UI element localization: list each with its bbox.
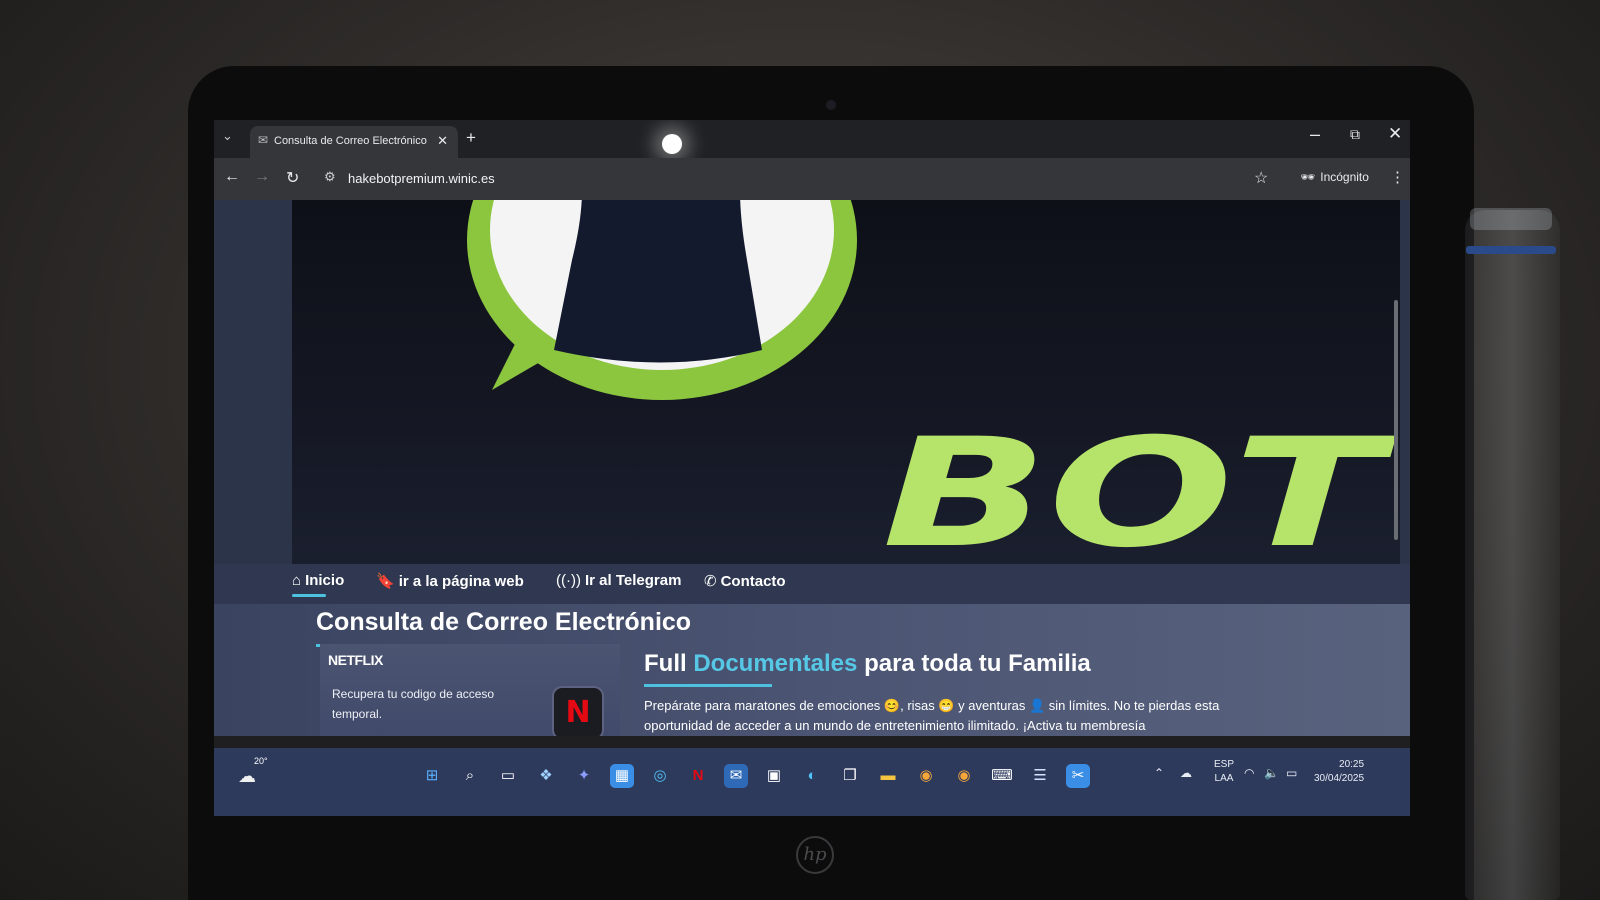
- page-scrollbar[interactable]: [1394, 300, 1398, 540]
- search-icon[interactable]: ⌕: [458, 764, 482, 788]
- chrome-profile-icon[interactable]: ◉: [914, 764, 938, 788]
- nav-telegram-label: Ir al Telegram: [584, 572, 682, 589]
- netflix-card[interactable]: NETFLIX Recupera tu codigo de acceso tem…: [320, 644, 620, 736]
- task-view-icon[interactable]: ▭: [496, 764, 520, 788]
- reload-icon[interactable]: ↻: [286, 168, 299, 188]
- hakebot-logo: BOT: [467, 200, 1398, 580]
- nav-inicio[interactable]: ⌂ Inicio: [292, 572, 344, 589]
- onedrive-icon[interactable]: ☁: [1180, 766, 1192, 780]
- incognito-icon: 🕶: [1300, 170, 1316, 184]
- store-icon[interactable]: ▣: [762, 764, 786, 788]
- promo-title-accent: Documentales: [693, 650, 858, 677]
- language-indicator[interactable]: ESP LAA: [1214, 758, 1234, 786]
- copilot-icon[interactable]: ❖: [534, 764, 558, 788]
- language-code: ESP: [1214, 759, 1235, 770]
- promo-underline: [644, 684, 772, 687]
- file-explorer-icon[interactable]: ▬: [876, 764, 900, 788]
- chrome-active-icon[interactable]: ◉: [952, 764, 976, 788]
- address-bar[interactable]: ⚙ hakebotpremium.winic.es: [318, 163, 1318, 193]
- bookmark-icon: 🔖: [376, 573, 395, 590]
- mail-app-icon[interactable]: ✉: [724, 764, 748, 788]
- new-tab-button[interactable]: +: [466, 128, 476, 148]
- promo-title: Full Documentales para toda tu Familia: [644, 650, 1091, 678]
- start-menu-icon[interactable]: ⊞: [420, 764, 444, 788]
- wifi-icon[interactable]: ◠: [1244, 766, 1254, 780]
- edge-icon[interactable]: ◐: [800, 764, 824, 788]
- logo-silhouette: [554, 200, 762, 363]
- teams-icon[interactable]: ✦: [572, 764, 596, 788]
- web-page: BOT ⌂ Inicio 🔖 ir a la página web ((·)) Ir …: [214, 200, 1410, 736]
- bookmark-star-icon[interactable]: ☆: [1254, 168, 1268, 188]
- keyboard-layout: LAA: [1214, 773, 1234, 784]
- browser-menu-icon[interactable]: ⋮: [1390, 168, 1405, 186]
- promo-title-post: para toda tu Familia: [864, 650, 1091, 677]
- incognito-indicator[interactable]: 🕶 Incógnito: [1300, 170, 1369, 184]
- logo-bot-text: BOT: [882, 407, 1398, 580]
- snipping-tool-icon[interactable]: ✂: [1066, 764, 1090, 788]
- nav-telegram[interactable]: ((·)) Ir al Telegram: [556, 572, 681, 589]
- terminal-icon[interactable]: ⌨: [990, 764, 1014, 788]
- netflix-app-icon[interactable]: N: [686, 764, 710, 788]
- page-title: Consulta de Correo Electrónico: [316, 608, 692, 636]
- promo-text: Prepárate para maratones de emociones 😊,…: [644, 698, 1220, 733]
- tray-chevron-icon[interactable]: ⌃: [1154, 766, 1164, 780]
- nav-pagina-web[interactable]: 🔖 ir a la página web: [376, 572, 524, 590]
- browser-tab[interactable]: ✉ Consulta de Correo Electrónico ✕: [250, 126, 458, 158]
- home-icon: ⌂: [292, 572, 302, 589]
- site-info-icon[interactable]: ⚙: [324, 169, 336, 185]
- tab-close-icon[interactable]: ✕: [437, 133, 448, 149]
- forward-arrow-icon[interactable]: →: [254, 168, 270, 186]
- screen: ⌄ ✉ Consulta de Correo Electrónico ✕ + –…: [214, 120, 1410, 816]
- card-description: Recupera tu codigo de acceso temporal.: [332, 687, 495, 721]
- window-close-icon[interactable]: ✕: [1388, 124, 1402, 144]
- weather-temp: 20°: [254, 756, 268, 766]
- site-navbar: ⌂ Inicio 🔖 ir a la página web ((·)) Ir al T…: [214, 564, 1410, 604]
- system-clock[interactable]: 20:25 30/04/2025: [1314, 758, 1364, 786]
- nav-contacto-label: Contacto: [720, 573, 786, 590]
- clock-date: 30/04/2025: [1314, 773, 1365, 784]
- hp-logo: hp: [796, 836, 834, 874]
- browser-tab-bar: ⌄ ✉ Consulta de Correo Electrónico ✕ + –…: [214, 120, 1410, 158]
- nav-contacto[interactable]: ✆ Contacto: [704, 572, 786, 590]
- notepad-icon[interactable]: ☰: [1028, 764, 1052, 788]
- card-title: NETFLIX: [328, 652, 383, 668]
- whatsapp-icon: ✆: [704, 573, 717, 590]
- promo-title-pre: Full: [644, 650, 687, 677]
- browser-toolbar: ← → ↻ ⚙ hakebotpremium.winic.es ☆ 🕶 Incóg…: [214, 158, 1410, 200]
- minimize-icon[interactable]: –: [1310, 124, 1320, 145]
- broadcast-icon: ((·)): [556, 572, 581, 589]
- nav-inicio-label: Inicio: [305, 572, 345, 589]
- incognito-label: Incógnito: [1320, 170, 1369, 184]
- volume-icon[interactable]: 🔈: [1264, 766, 1279, 780]
- tab-search-chevron-icon[interactable]: ⌄: [222, 128, 233, 144]
- back-arrow-icon[interactable]: ←: [224, 168, 240, 186]
- chrome-icon[interactable]: ◎: [648, 764, 672, 788]
- tab-favicon-icon: ✉: [258, 133, 269, 147]
- netflix-icon[interactable]: N: [552, 686, 604, 736]
- hero-banner: BOT: [292, 200, 1400, 580]
- windows-taskbar: 20° ☁ ⊞ ⌕ ▭ ❖ ✦ ▦ ◎ N ✉ ▣ ◐ ❐ ▬ ◉ ◉ ⌨ ☰ …: [214, 748, 1410, 816]
- widgets-icon[interactable]: ▦: [610, 764, 634, 788]
- clock-time: 20:25: [1339, 759, 1365, 770]
- bottle-ring: [1466, 246, 1556, 254]
- light-glare: [662, 134, 682, 154]
- nav-pagina-web-label: ir a la página web: [398, 573, 524, 590]
- active-nav-underline: [292, 594, 326, 597]
- url-text[interactable]: hakebotpremium.winic.es: [348, 171, 495, 186]
- copy-app-icon[interactable]: ❐: [838, 764, 862, 788]
- bottle-cap: [1470, 208, 1552, 230]
- restore-icon[interactable]: ⧉: [1350, 126, 1360, 143]
- webcam: [826, 100, 836, 110]
- battery-icon[interactable]: ▭: [1286, 766, 1297, 780]
- cloud-icon: ☁: [238, 766, 256, 786]
- plastic-bottle: [1465, 210, 1560, 900]
- tab-title: Consulta de Correo Electrónico: [274, 135, 427, 147]
- main-content: Consulta de Correo Electrónico NETFLIX R…: [214, 604, 1410, 736]
